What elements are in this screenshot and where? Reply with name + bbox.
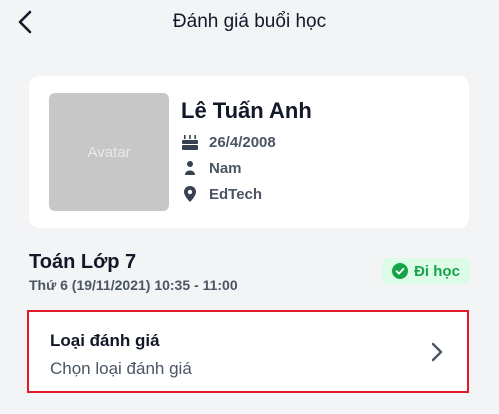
evaluation-type-selector[interactable]: Loại đánh giá Chọn loại đánh giá (27, 310, 469, 393)
school-value: EdTech (209, 185, 263, 203)
chevron-right-icon (431, 342, 443, 362)
check-circle-icon (392, 263, 409, 279)
gender-value: Nam (209, 159, 242, 177)
avatar-placeholder-text: Avatar (87, 143, 131, 161)
cake-icon (181, 133, 199, 151)
status-badge: Đi học (382, 258, 470, 284)
school-row: EdTech (181, 184, 262, 204)
status-badge-label: Đi học (414, 262, 460, 280)
page-title: Đánh giá buổi học (172, 11, 327, 32)
header: Đánh giá buổi học (0, 0, 499, 48)
location-pin-icon (181, 185, 199, 203)
gender-row: Nam (181, 158, 242, 178)
student-name: Lê Tuấn Anh (181, 98, 312, 123)
student-profile-card: Avatar Lê Tuấn Anh 26/4/2008 Nam EdTech (29, 76, 469, 228)
lesson-title: Toán Lớp 7 (29, 251, 137, 273)
evaluation-type-placeholder: Chọn loại đánh giá (50, 359, 192, 378)
gender-icon (181, 159, 199, 177)
avatar: Avatar (49, 93, 169, 211)
birthday-row: 26/4/2008 (181, 132, 276, 152)
lesson-time: Thứ 6 (19/11/2021) 10:35 - 11:00 (29, 277, 238, 293)
evaluation-type-label: Loại đánh giá (50, 331, 160, 350)
birthday-value: 26/4/2008 (209, 133, 276, 151)
